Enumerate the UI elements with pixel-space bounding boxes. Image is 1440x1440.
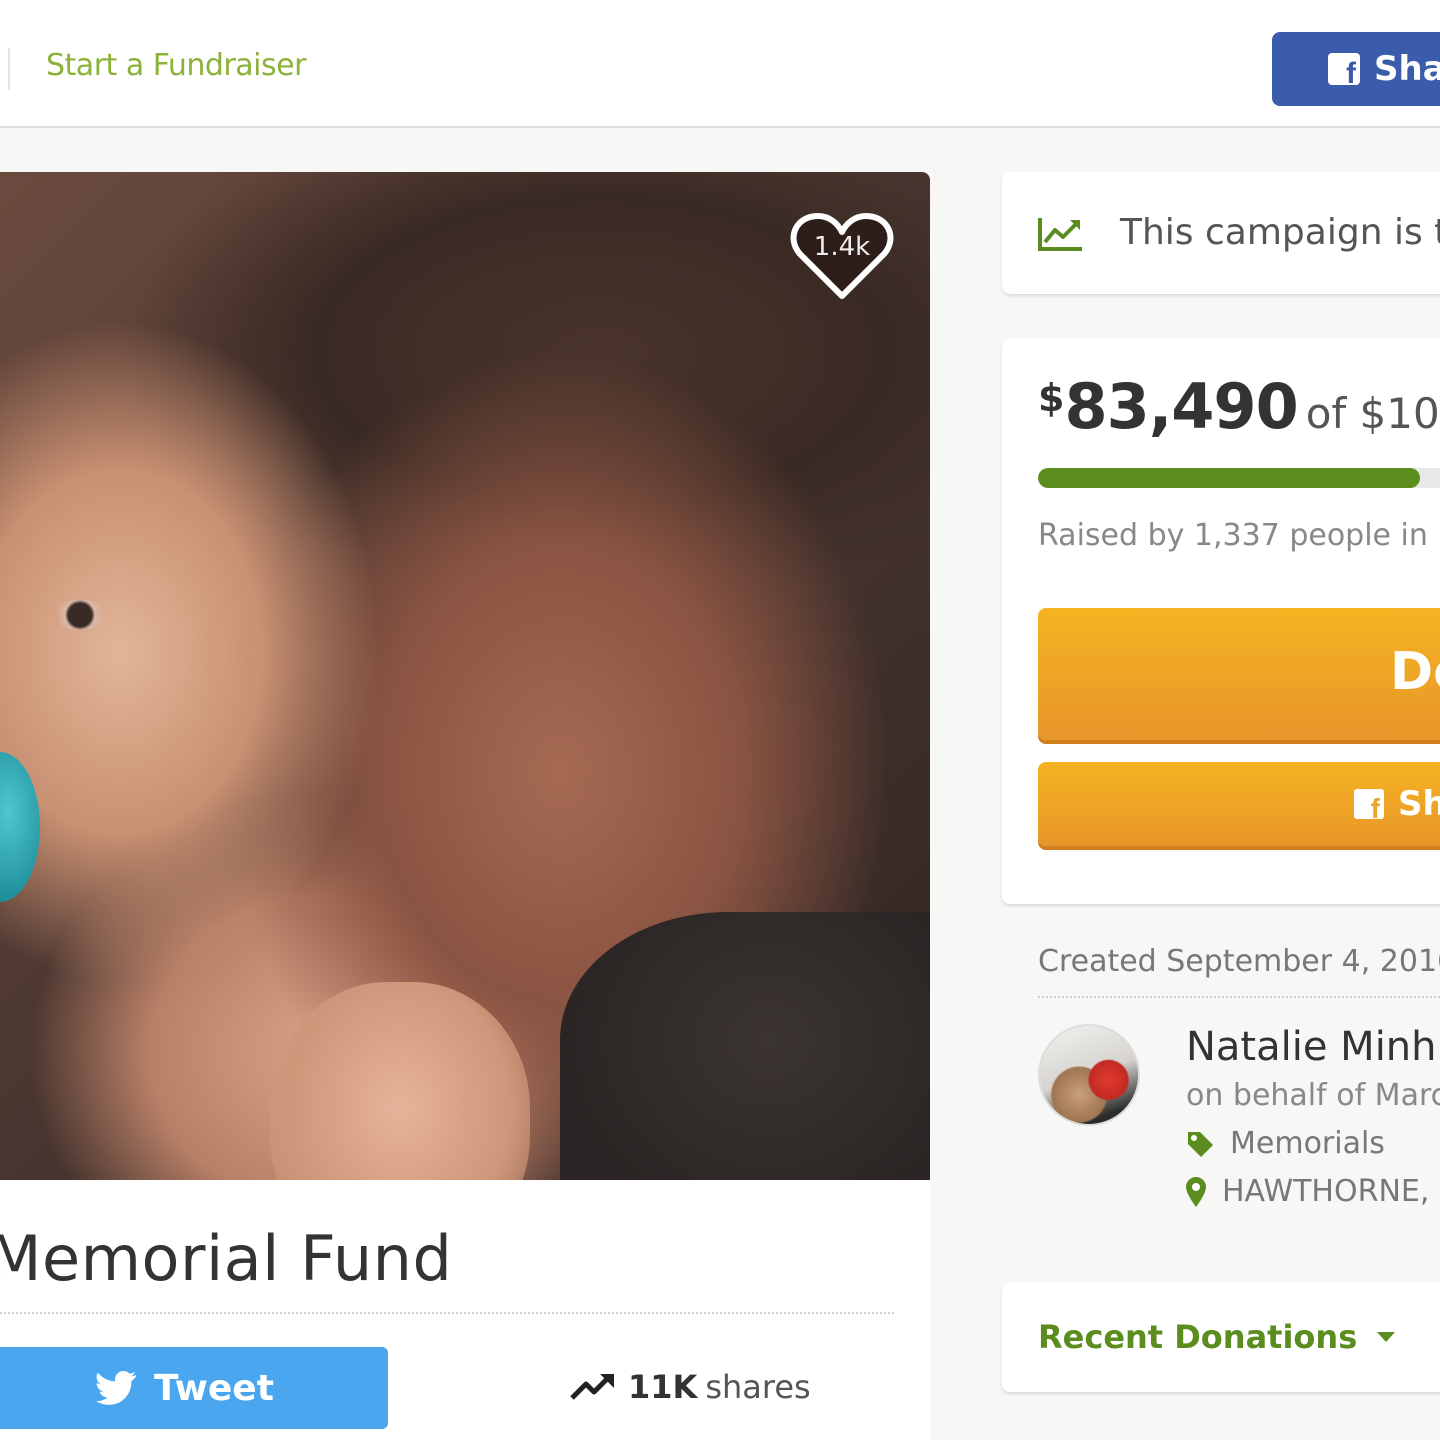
start-fundraiser-link[interactable]: Start a Fundraiser: [46, 48, 306, 83]
raised-amount-line: $83,490of $100: [1038, 370, 1440, 443]
campaign-photo: [0, 172, 930, 1180]
donation-card: $83,490of $100 Raised by 1,337 people in…: [1002, 338, 1440, 904]
recent-donations-label: Recent Donations: [1038, 1318, 1358, 1356]
likes-count: 1.4k: [813, 232, 871, 262]
shares-count: 11K: [628, 1368, 698, 1406]
currency-symbol: $: [1038, 376, 1065, 420]
organizer-name[interactable]: Natalie Minh: [1186, 1024, 1437, 1070]
recent-donations-toggle[interactable]: Recent Donations: [1038, 1318, 1396, 1356]
shares-label: shares: [705, 1368, 811, 1406]
share-label: Shar: [1374, 49, 1440, 89]
trending-card: This campaign is tre: [1002, 172, 1440, 294]
facebook-share-button-top[interactable]: f Shar: [1272, 32, 1440, 106]
like-heart-button[interactable]: 1.4k: [790, 210, 894, 302]
category-row[interactable]: Memorials: [1186, 1126, 1385, 1161]
campaign-title: Memorial Fund: [0, 1222, 453, 1295]
shares-counter: 11K shares: [570, 1368, 811, 1406]
tweet-label: Tweet: [154, 1367, 274, 1409]
facebook-icon: f: [1354, 789, 1384, 823]
top-header: Start a Fundraiser f Shar: [0, 0, 1440, 128]
trending-arrow-icon: [570, 1374, 614, 1400]
donate-button[interactable]: Do: [1038, 608, 1440, 740]
caret-down-icon: [1377, 1332, 1396, 1342]
goal-text: of $100: [1305, 389, 1440, 438]
trending-chart-icon: [1038, 218, 1082, 251]
created-divider: [1038, 996, 1440, 998]
location-row: HAWTHORNE,: [1186, 1174, 1429, 1209]
twitter-bird-icon: [96, 1371, 136, 1405]
trending-text: This campaign is tre: [1120, 212, 1440, 253]
progress-bar: [1038, 468, 1440, 488]
raised-by-text: Raised by 1,337 people in 1 da: [1038, 518, 1440, 553]
title-divider: [0, 1312, 894, 1314]
recent-donations-card[interactable]: Recent Donations: [1002, 1282, 1440, 1392]
facebook-icon: f: [1328, 53, 1360, 89]
category-label: Memorials: [1230, 1126, 1385, 1161]
organizer-avatar[interactable]: [1038, 1024, 1140, 1126]
map-pin-icon: [1186, 1176, 1206, 1207]
tweet-button[interactable]: Tweet: [0, 1347, 388, 1429]
raised-amount: 83,490: [1064, 370, 1298, 443]
progress-fill: [1038, 468, 1420, 488]
share-label: Sh: [1398, 784, 1440, 824]
created-date: Created September 4, 2016: [1038, 944, 1440, 979]
organizer-name-row: Natalie Minh: [1186, 1024, 1440, 1070]
on-behalf-text: on behalf of Marcu: [1186, 1078, 1440, 1113]
header-divider: [8, 48, 10, 90]
location-label: HAWTHORNE,: [1222, 1174, 1430, 1209]
facebook-share-button[interactable]: f Sh: [1038, 762, 1440, 846]
tag-icon: [1188, 1131, 1213, 1157]
